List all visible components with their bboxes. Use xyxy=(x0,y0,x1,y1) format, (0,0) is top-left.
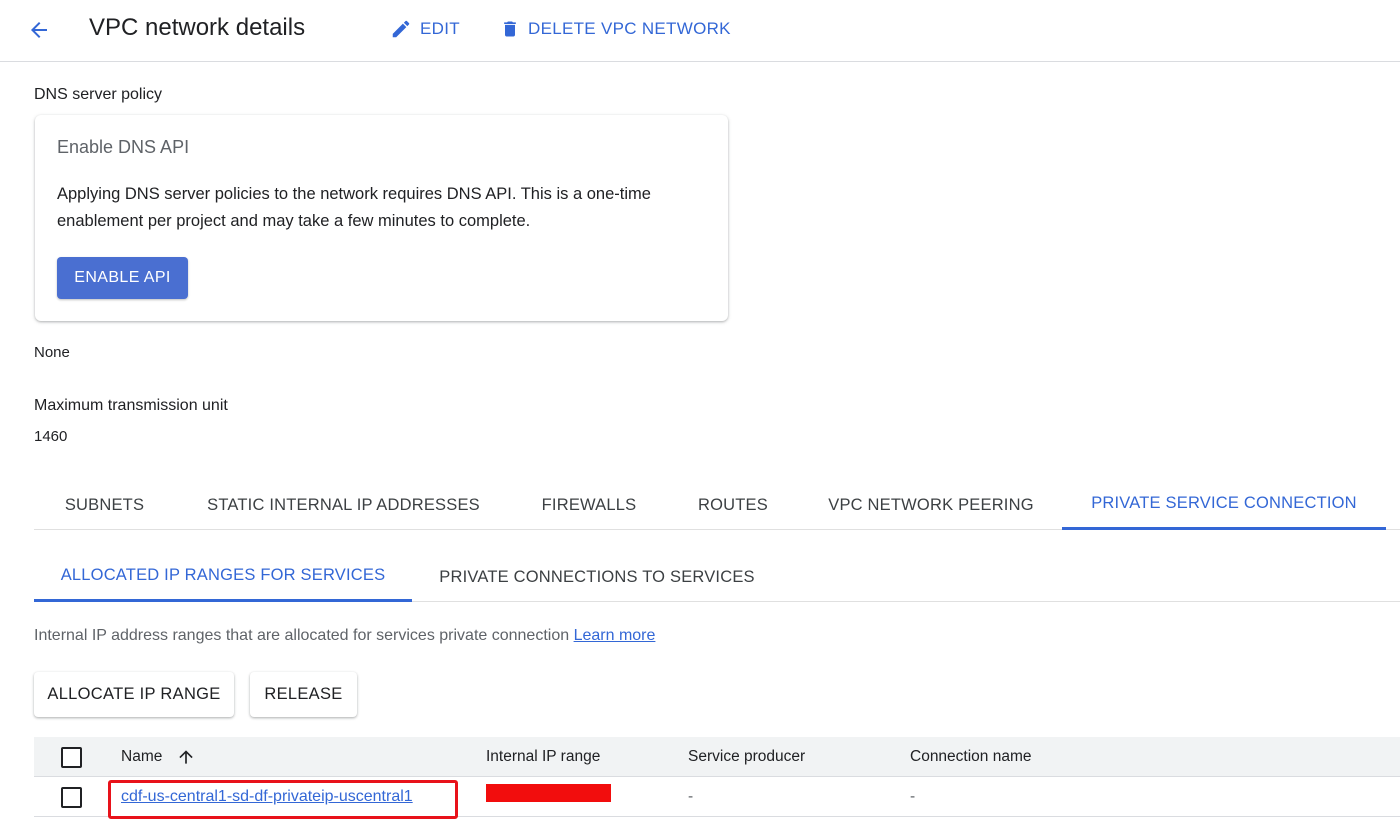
enable-dns-api-card: Enable DNS API Applying DNS server polic… xyxy=(35,115,728,321)
column-label-name: Name xyxy=(121,748,163,765)
page-header: VPC network details EDIT DELETE VPC NETW… xyxy=(0,0,1400,62)
tab-private-connections[interactable]: PRIVATE CONNECTIONS TO SERVICES xyxy=(412,552,782,602)
redacted-ip-range xyxy=(486,784,611,802)
highlight-annotation xyxy=(108,780,458,819)
arrow-left-icon xyxy=(31,22,47,38)
dns-policy-label: DNS server policy xyxy=(34,86,163,103)
tab-static-internal-ip[interactable]: STATIC INTERNAL IP ADDRESSES xyxy=(175,480,512,530)
select-all-cell xyxy=(61,737,82,777)
column-header-connection-name: Connection name xyxy=(910,748,1032,765)
edit-button[interactable]: EDIT xyxy=(390,14,460,44)
allocate-ip-range-button[interactable]: ALLOCATE IP RANGE xyxy=(34,672,234,717)
row-checkbox[interactable] xyxy=(61,786,82,808)
card-description: Applying DNS server policies to the netw… xyxy=(57,185,651,230)
row-select-cell xyxy=(61,777,82,817)
network-tabs: SUBNETS STATIC INTERNAL IP ADDRESSES FIR… xyxy=(34,480,1400,530)
card-title: Enable DNS API xyxy=(57,137,190,157)
psc-subtabs: ALLOCATED IP RANGES FOR SERVICES PRIVATE… xyxy=(34,552,1400,602)
row-connection-name: - xyxy=(910,788,916,805)
pencil-icon xyxy=(392,20,410,38)
back-button[interactable] xyxy=(22,13,56,47)
delete-label: DELETE VPC NETWORK xyxy=(528,19,731,38)
mtu-label: Maximum transmission unit xyxy=(34,397,228,414)
enable-api-button[interactable]: ENABLE API xyxy=(57,257,188,299)
row-service-producer: - xyxy=(688,788,694,805)
column-header-service-producer: Service producer xyxy=(688,748,806,765)
delete-vpc-button[interactable]: DELETE VPC NETWORK xyxy=(500,14,731,44)
edit-label: EDIT xyxy=(420,19,460,38)
dns-policy-value: None xyxy=(34,344,70,361)
learn-more-link[interactable]: Learn more xyxy=(574,627,656,644)
tab-routes[interactable]: ROUTES xyxy=(666,480,800,530)
tab-private-service-connection[interactable]: PRIVATE SERVICE CONNECTION xyxy=(1062,480,1386,530)
select-all-checkbox[interactable] xyxy=(61,746,82,768)
arrow-up-icon xyxy=(179,750,194,764)
page-title: VPC network details xyxy=(89,14,306,41)
column-header-name[interactable]: Name xyxy=(121,737,196,777)
tab-vpc-network-peering[interactable]: VPC NETWORK PEERING xyxy=(800,480,1062,530)
column-header-ip-range: Internal IP range xyxy=(486,748,601,765)
tab-subnets[interactable]: SUBNETS xyxy=(34,480,175,530)
trash-icon xyxy=(504,21,516,37)
table-header: Name Internal IP range Service producer … xyxy=(34,737,1400,777)
release-button[interactable]: RELEASE xyxy=(250,672,357,717)
mtu-value: 1460 xyxy=(34,428,68,445)
info-text: Internal IP address ranges that are allo… xyxy=(34,627,655,645)
info-description: Internal IP address ranges that are allo… xyxy=(34,627,570,644)
tab-allocated-ip-ranges[interactable]: ALLOCATED IP RANGES FOR SERVICES xyxy=(34,552,412,602)
tab-firewalls[interactable]: FIREWALLS xyxy=(512,480,666,530)
